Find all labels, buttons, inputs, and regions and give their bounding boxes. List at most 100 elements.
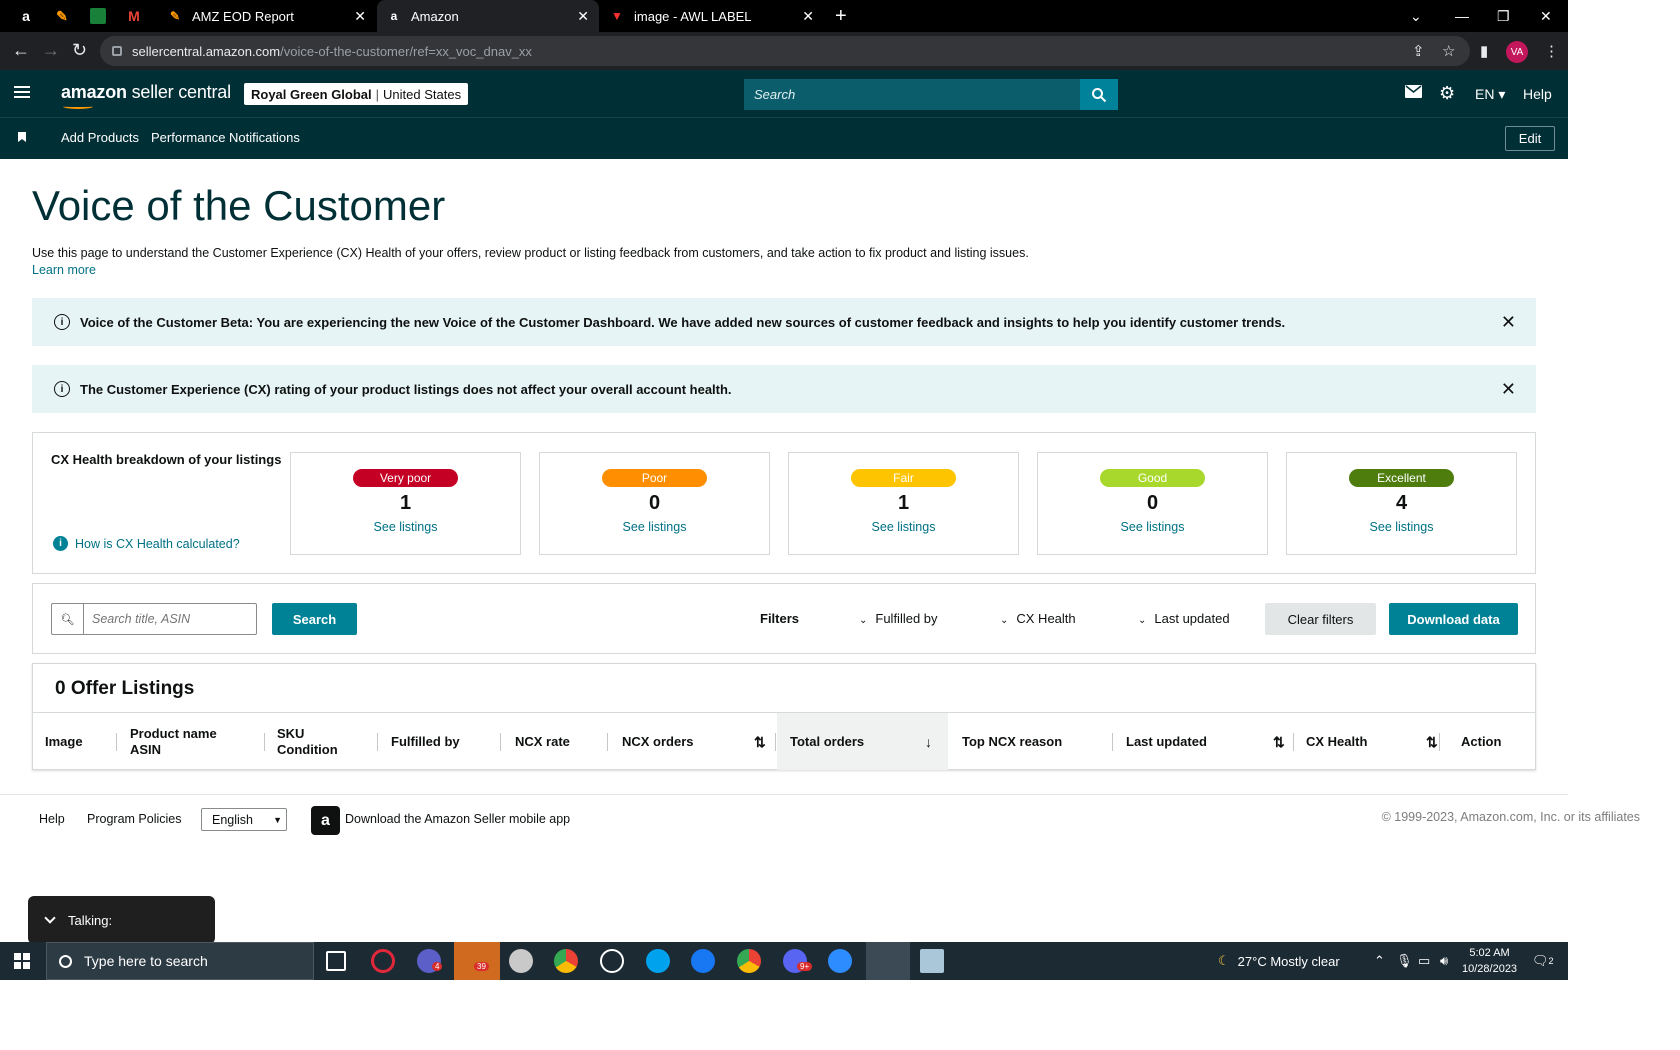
gear-icon[interactable]: ⚙ <box>1439 83 1455 104</box>
chrome-active-window[interactable] <box>866 942 910 980</box>
filters-label: Filters <box>760 611 800 626</box>
sort-icon[interactable]: ⇅ <box>754 734 766 750</box>
last-updated-filter[interactable]: ⌄ Last updated <box>1138 611 1230 626</box>
seller-central-logo[interactable]: amazon seller central <box>61 82 231 109</box>
bookmark-star-icon[interactable]: ☆ <box>1442 42 1455 60</box>
skype-icon[interactable] <box>646 949 670 973</box>
tab-amazon[interactable]: a Amazon ✕ <box>377 0 599 32</box>
column-cx-health[interactable]: CX Health ⇅ <box>1294 713 1440 770</box>
windows-start-icon[interactable] <box>14 953 30 969</box>
sort-icon[interactable]: ⇅ <box>1426 734 1438 750</box>
new-tab-button[interactable]: + <box>835 0 847 32</box>
tab-amz-eod-report[interactable]: ✎ AMZ EOD Report ✕ <box>158 0 376 32</box>
footer-help-link[interactable]: Help <box>39 812 65 826</box>
reload-icon[interactable]: ↻ <box>72 40 87 61</box>
tab-search-chevron-icon[interactable]: ⌄ <box>1410 0 1422 32</box>
column-sku: SKU Condition <box>265 713 378 770</box>
cx-badge: Poor <box>602 469 707 487</box>
talking-overlay[interactable]: Talking: <box>28 896 215 944</box>
app-favicon-icon: ✎ <box>169 9 181 23</box>
close-window-button[interactable]: ✕ <box>1540 0 1552 32</box>
kebab-menu-icon[interactable]: ⋮ <box>1544 42 1559 60</box>
see-listings-link[interactable]: See listings <box>1038 520 1267 534</box>
fulfilled-by-filter[interactable]: ⌄ Fulfilled by <box>859 611 938 626</box>
minimize-button[interactable]: — <box>1455 0 1469 32</box>
facebook-icon[interactable] <box>691 949 715 973</box>
info-icon: i <box>54 314 70 330</box>
cx-health-title: CX Health breakdown of your listings <box>51 452 282 467</box>
opera-icon[interactable] <box>371 949 395 973</box>
back-arrow-icon[interactable]: ← <box>12 40 30 61</box>
footer-language-select[interactable]: English ▼ <box>201 808 287 831</box>
address-bar[interactable]: sellercentral.amazon.com /voice-of-the-c… <box>100 36 1470 66</box>
header-search-input[interactable] <box>744 79 1080 110</box>
language-label: EN <box>1475 86 1495 102</box>
see-listings-link[interactable]: See listings <box>1287 520 1516 534</box>
network-icon[interactable]: ▭ <box>1418 942 1430 980</box>
chrome-profile-icon[interactable] <box>737 949 761 973</box>
cx-card-fair: Fair 1 See listings <box>788 452 1019 555</box>
see-listings-link[interactable]: See listings <box>789 520 1018 534</box>
close-icon[interactable]: ✕ <box>802 8 814 25</box>
close-icon[interactable]: ✕ <box>354 8 366 25</box>
tray-chevron-icon[interactable]: ⌃ <box>1374 942 1385 980</box>
close-icon[interactable]: ✕ <box>577 8 589 25</box>
see-listings-link[interactable]: See listings <box>291 520 520 534</box>
column-total-orders[interactable]: Total orders ↓ <box>777 713 948 770</box>
sort-descending-icon[interactable]: ↓ <box>925 734 932 750</box>
sort-icon[interactable]: ⇅ <box>1273 734 1285 750</box>
search-button[interactable]: Search <box>272 603 357 635</box>
clock-app-icon[interactable] <box>600 949 624 973</box>
pinned-tab-amazon[interactable]: a <box>14 0 38 32</box>
cx-health-filter[interactable]: ⌄ CX Health <box>1000 611 1076 626</box>
profile-avatar[interactable]: VA <box>1506 41 1528 63</box>
app-icon[interactable] <box>509 949 533 973</box>
chevron-down-icon[interactable] <box>44 912 56 924</box>
pinned-tab-sheets[interactable] <box>86 0 110 32</box>
learn-more-link[interactable]: Learn more <box>32 263 96 277</box>
amazon-app-icon[interactable]: a <box>311 806 340 835</box>
footer-program-policies-link[interactable]: Program Policies <box>87 812 181 826</box>
pinned-tab-gmail[interactable]: M <box>122 0 146 32</box>
mail-icon[interactable] <box>1405 85 1422 101</box>
cx-how-label: How is CX Health calculated? <box>75 536 240 551</box>
tab-awl-label[interactable]: ▼ image - AWL LABEL ✕ <box>600 0 824 32</box>
system-clock[interactable]: 5:02 AM 10/28/2023 <box>1462 945 1517 977</box>
see-listings-link[interactable]: See listings <box>540 520 769 534</box>
microphone-icon[interactable]: 🎙︎ <box>1396 942 1413 980</box>
download-app-link[interactable]: Download the Amazon Seller mobile app <box>345 812 570 826</box>
notification-center-icon[interactable]: 🗨︎ 2 <box>1532 942 1554 980</box>
clear-filters-button[interactable]: Clear filters <box>1265 603 1376 635</box>
weather-widget[interactable]: ☾ 27°C Mostly clear <box>1218 942 1340 980</box>
hamburger-menu-icon[interactable] <box>14 86 30 98</box>
task-view-icon[interactable] <box>326 951 346 971</box>
close-icon[interactable]: ✕ <box>1501 379 1516 400</box>
column-product-name: Product name ASIN <box>117 713 265 770</box>
edit-bookmarks-button[interactable]: Edit <box>1505 126 1555 151</box>
chrome-icon[interactable] <box>554 949 578 973</box>
restore-button[interactable]: ❐ <box>1497 0 1510 32</box>
bookmark-performance-notifications[interactable]: Performance Notifications <box>151 130 300 145</box>
bookmark-icon[interactable] <box>18 132 26 142</box>
share-icon[interactable]: ⇪ <box>1412 42 1425 60</box>
taskbar-search[interactable]: Type here to search <box>46 942 314 980</box>
download-data-button[interactable]: Download data <box>1389 603 1518 635</box>
close-icon[interactable]: ✕ <box>1501 312 1516 333</box>
telegram-icon[interactable] <box>454 942 500 980</box>
forward-arrow-icon[interactable]: → <box>42 40 60 61</box>
notepad-icon[interactable] <box>920 949 944 973</box>
language-selector[interactable]: EN ▾ <box>1475 86 1505 103</box>
column-last-updated[interactable]: Last updated ⇅ <box>1113 713 1294 770</box>
side-panel-icon[interactable]: ▮ <box>1480 42 1488 60</box>
zoom-icon[interactable] <box>828 949 852 973</box>
help-link[interactable]: Help <box>1523 86 1552 102</box>
column-action: Action <box>1461 733 1502 749</box>
bookmark-add-products[interactable]: Add Products <box>61 130 139 145</box>
store-switcher[interactable]: Royal Green Global | United States <box>244 83 469 105</box>
cx-health-how-link[interactable]: i How is CX Health calculated? <box>53 536 240 551</box>
listing-search-input[interactable] <box>84 604 254 634</box>
column-ncx-orders[interactable]: NCX orders ⇅ <box>608 713 776 770</box>
volume-icon[interactable]: 🔊︎ <box>1440 942 1448 980</box>
header-search-button[interactable] <box>1080 79 1118 110</box>
pinned-tab-app[interactable]: ✎ <box>50 0 74 32</box>
